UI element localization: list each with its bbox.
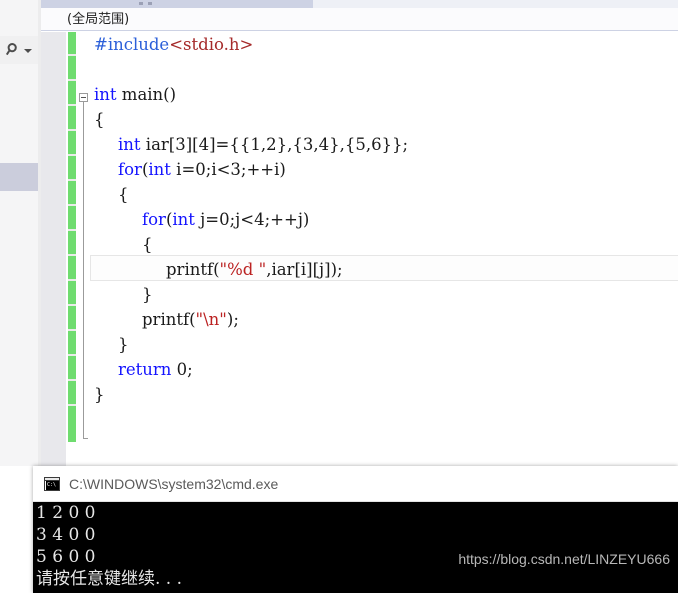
- fold-guide-line: [83, 102, 84, 439]
- code-line[interactable]: for(int i=0;i<3;++i): [90, 157, 678, 182]
- code-token: );: [226, 310, 239, 329]
- console-title-bar[interactable]: C:\WINDOWS\system32\cmd.exe: [33, 466, 678, 502]
- code-line[interactable]: printf("\n");: [90, 307, 678, 332]
- code-line[interactable]: [90, 57, 678, 82]
- watermark-label: https://blog.csdn.net/LINZEYU666: [458, 551, 670, 567]
- code-token: j=0;j<4;++j): [194, 210, 310, 229]
- code-token: int: [94, 85, 117, 104]
- code-token: }: [118, 335, 129, 354]
- code-line[interactable]: }: [90, 332, 678, 357]
- code-token: return: [118, 360, 172, 379]
- code-token: #include: [94, 35, 170, 54]
- change-tracking-bar: [68, 32, 76, 442]
- code-token: {: [142, 235, 153, 254]
- console-output-line: 1 2 0 0: [36, 503, 96, 523]
- code-token: int: [172, 210, 195, 229]
- code-line[interactable]: }: [90, 382, 678, 407]
- code-line[interactable]: {: [90, 232, 678, 257]
- editor-gutter: [41, 32, 66, 466]
- code-token: i=0;i<3;++i): [170, 160, 286, 179]
- console-output-line: 请按任意键继续. . .: [36, 569, 183, 589]
- code-line[interactable]: {: [90, 182, 678, 207]
- code-token: }: [142, 285, 153, 304]
- code-token: int: [118, 135, 141, 154]
- code-token: <stdio.h>: [169, 35, 254, 54]
- code-line[interactable]: int iar[3][4]={{1,2},{3,4},{5,6}};: [90, 132, 678, 157]
- code-line[interactable]: for(int j=0;j<4;++j): [90, 207, 678, 232]
- tab-active[interactable]: [41, 0, 313, 8]
- code-token: "%d ": [219, 260, 267, 279]
- code-line[interactable]: printf("%d ",iar[i][j]);: [90, 257, 678, 282]
- fold-guide-foot: [83, 438, 88, 439]
- code-token: printf(: [142, 310, 196, 329]
- code-line[interactable]: {: [90, 107, 678, 132]
- code-token: printf(: [166, 260, 220, 279]
- scope-navigation-bar[interactable]: (全局范围): [41, 8, 678, 31]
- chevron-down-icon[interactable]: [24, 49, 32, 53]
- console-title-label: C:\WINDOWS\system32\cmd.exe: [69, 475, 279, 492]
- code-line[interactable]: return 0;: [90, 357, 678, 382]
- console-output-line: 3 4 0 0: [36, 525, 96, 545]
- code-line[interactable]: }: [90, 282, 678, 307]
- code-token: int: [148, 160, 171, 179]
- console-output[interactable]: 1 2 0 03 4 0 05 6 0 0 请按任意键继续. . .: [33, 502, 678, 593]
- cmd-terminal-icon: [44, 476, 60, 491]
- code-editor[interactable]: #include<stdio.h> int main() { int iar[3][…: [41, 32, 678, 466]
- code-token: {: [94, 110, 105, 129]
- code-token: for: [142, 210, 166, 229]
- code-text[interactable]: #include<stdio.h> int main() { int iar[3][…: [90, 32, 678, 466]
- search-icon: [6, 42, 22, 58]
- code-token: {: [118, 185, 129, 204]
- code-token: for: [118, 160, 142, 179]
- code-token: }: [94, 385, 105, 404]
- code-token: ,iar[i][j]);: [266, 260, 343, 279]
- console-window[interactable]: C:\WINDOWS\system32\cmd.exe 1 2 0 03 4 0…: [33, 466, 678, 593]
- editor-tab-strip[interactable]: [41, 0, 678, 8]
- tab-overflow-dots-icon[interactable]: [139, 2, 152, 5]
- left-tool-strip: [0, 0, 38, 466]
- collapse-minus-icon[interactable]: [79, 93, 88, 102]
- scope-selector-label[interactable]: (全局范围): [67, 11, 129, 28]
- code-token: "\n": [195, 310, 227, 329]
- code-line[interactable]: int main(): [90, 82, 678, 107]
- ide-window: (全局范围) #include<stdio.h> int main(){int …: [0, 0, 678, 466]
- code-line[interactable]: #include<stdio.h>: [90, 32, 678, 57]
- code-token: iar[3][4]={{1,2},{3,4},{5,6}};: [140, 135, 409, 154]
- search-tool-button[interactable]: [0, 36, 38, 64]
- code-token: main(): [116, 85, 177, 104]
- tool-strip-selected-item[interactable]: [0, 163, 38, 191]
- code-token: 0;: [171, 360, 193, 379]
